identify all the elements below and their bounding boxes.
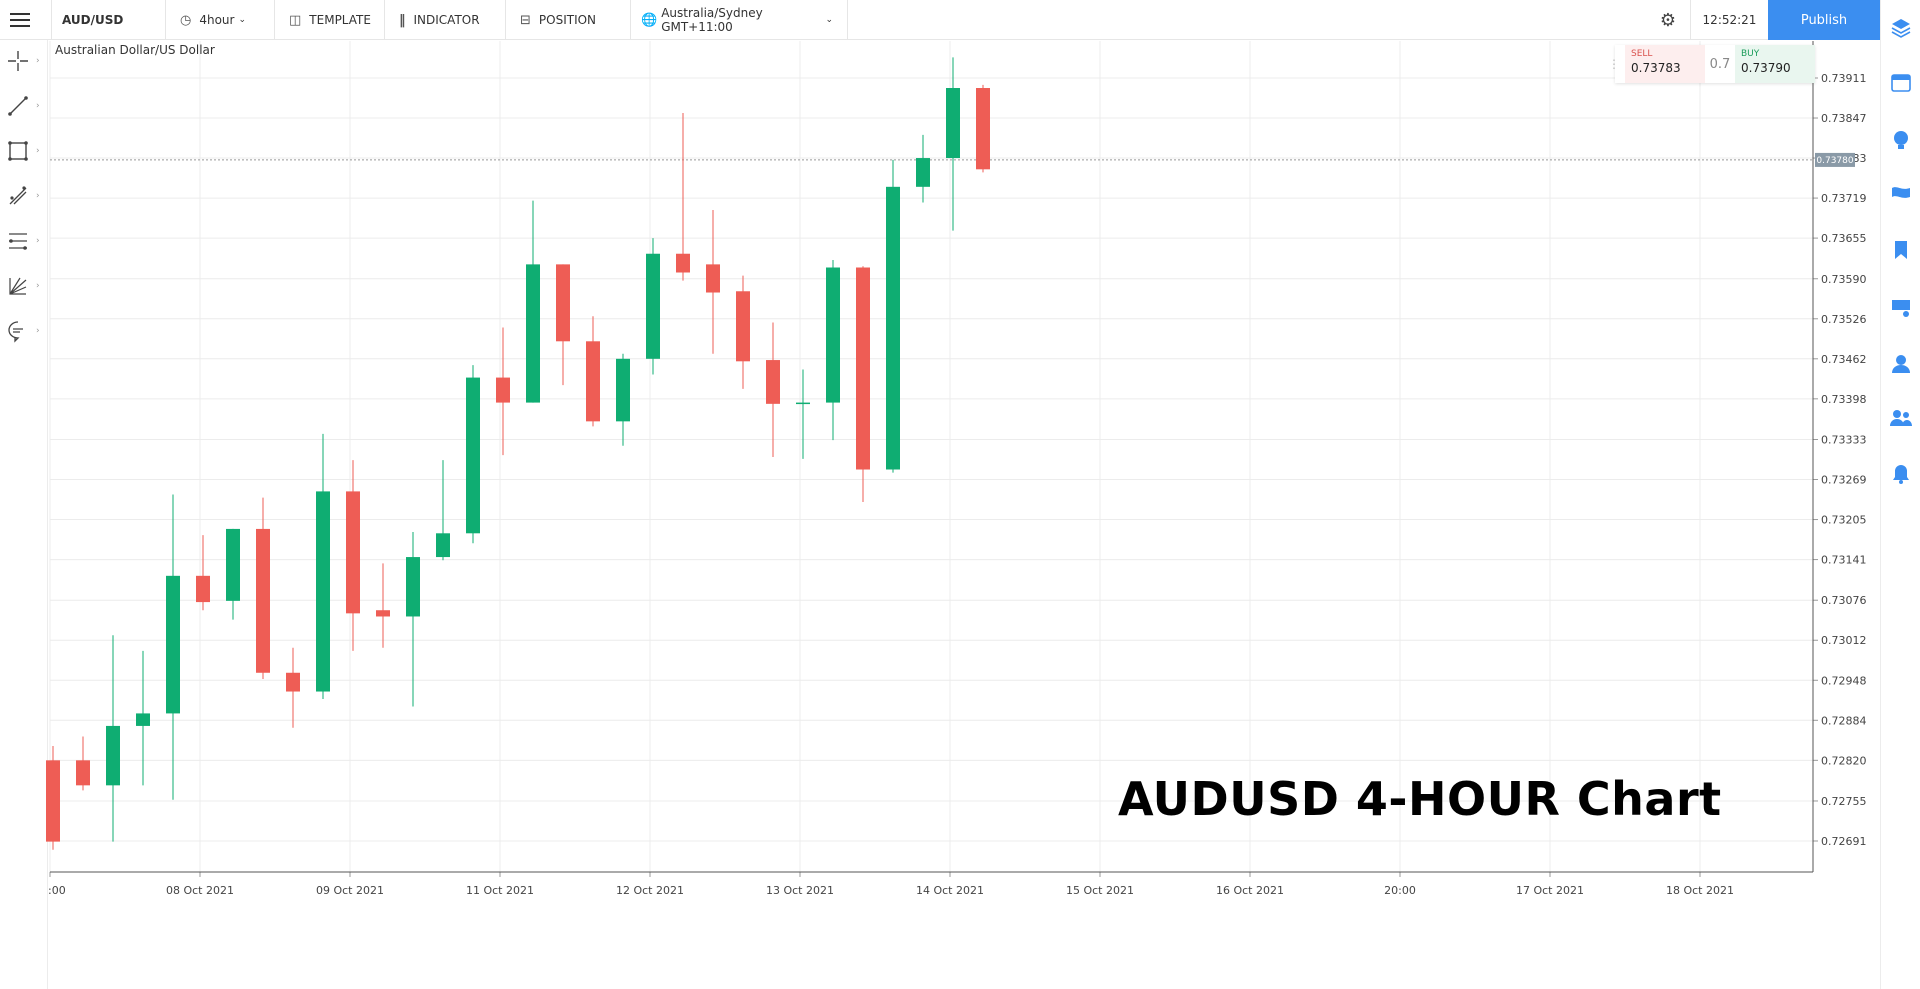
y-axis-label: 0.73590 — [1821, 273, 1867, 286]
candle-down — [706, 264, 720, 293]
candle-up — [526, 264, 540, 403]
y-axis-label: 0.73847 — [1821, 112, 1867, 125]
x-axis-label: 20:00 — [1384, 884, 1416, 897]
candle-up — [316, 491, 330, 692]
y-axis-label: 0.73655 — [1821, 232, 1867, 245]
sell-button[interactable]: SELL 0.73783 — [1625, 45, 1705, 83]
candle-up — [946, 88, 960, 159]
candle-up — [916, 158, 930, 187]
y-axis-label: 0.73012 — [1821, 634, 1867, 647]
y-axis-label: 0.73205 — [1821, 514, 1867, 527]
y-axis-label: 0.73719 — [1821, 192, 1867, 205]
candle-up — [436, 533, 450, 558]
candle-down — [496, 377, 510, 403]
x-axis-label: 16 Oct 2021 — [1216, 884, 1284, 897]
candle-down — [196, 575, 210, 603]
candle-down — [256, 528, 270, 673]
chart-title: Australian Dollar/US Dollar — [55, 43, 215, 57]
candle-up — [646, 253, 660, 359]
candle-up — [826, 267, 840, 403]
y-axis-label: 0.73141 — [1821, 554, 1867, 567]
y-axis-label: 0.72884 — [1821, 714, 1867, 727]
candle-up — [466, 377, 480, 534]
y-axis-label: 0.73526 — [1821, 313, 1867, 326]
spread-value: 0.7 — [1709, 56, 1731, 72]
candle-down — [286, 672, 300, 692]
x-axis-label: 13 Oct 2021 — [766, 884, 834, 897]
y-axis-label: 0.72948 — [1821, 674, 1867, 687]
candle-down — [856, 267, 870, 470]
candle-down — [736, 291, 750, 362]
bookmark-icon[interactable] — [1889, 238, 1913, 262]
y-axis-label: 0.72691 — [1821, 835, 1867, 848]
idea-icon[interactable] — [1889, 128, 1913, 152]
candle-down — [676, 253, 690, 273]
candle-up — [796, 402, 810, 405]
y-axis-label: 0.73269 — [1821, 474, 1867, 487]
news-icon[interactable] — [1889, 182, 1913, 206]
users-icon[interactable] — [1889, 406, 1913, 430]
chart-watermark-title: AUDUSD 4-HOUR Chart — [1118, 772, 1722, 826]
y-axis-label: 0.73333 — [1821, 433, 1867, 446]
candle-up — [616, 358, 630, 422]
price-chart[interactable]: 0.73911 0.73847 0.73783 0.73719 0.73655 0.735… — [0, 0, 1880, 989]
x-axis-label: 09 Oct 2021 — [316, 884, 384, 897]
y-axis-label: 0.73462 — [1821, 353, 1867, 366]
candle-up — [166, 575, 180, 714]
candle-down — [46, 760, 60, 842]
y-axis-label: 0.73911 — [1821, 72, 1867, 85]
buy-label: BUY — [1741, 49, 1760, 59]
candle-up — [106, 725, 120, 786]
x-axis-label: 14 Oct 2021 — [916, 884, 984, 897]
bell-icon[interactable] — [1889, 462, 1913, 486]
x-axis-label: 17 Oct 2021 — [1516, 884, 1584, 897]
y-axis-label: 0.73398 — [1821, 393, 1867, 406]
candle-down — [976, 88, 990, 170]
candle-down — [376, 610, 390, 617]
sell-label: SELL — [1631, 49, 1653, 59]
y-axis-label: 0.72755 — [1821, 795, 1867, 808]
x-axis-label: :00 — [48, 884, 66, 897]
candle-down — [556, 264, 570, 342]
sell-price: 0.73783 — [1631, 61, 1681, 75]
x-axis-label: 18 Oct 2021 — [1666, 884, 1734, 897]
right-sidebar — [1880, 0, 1920, 989]
buy-price: 0.73790 — [1741, 61, 1791, 75]
candle-up — [406, 557, 420, 617]
y-axis-label: 0.73076 — [1821, 594, 1867, 607]
x-axis-label: 15 Oct 2021 — [1066, 884, 1134, 897]
calendar-icon[interactable] — [1889, 70, 1913, 94]
candle-up — [136, 713, 150, 726]
current-price-label: 0.73780 — [1816, 156, 1853, 166]
layers-icon[interactable] — [1889, 16, 1913, 40]
candle-up — [226, 528, 240, 601]
x-axis-label: 12 Oct 2021 — [616, 884, 684, 897]
x-axis-label: 11 Oct 2021 — [466, 884, 534, 897]
y-axis-label: 0.72820 — [1821, 754, 1867, 767]
candle-down — [346, 491, 360, 614]
drag-handle-icon[interactable]: ⋮⋮ — [1608, 45, 1632, 83]
candle-down — [766, 360, 780, 404]
candle-down — [586, 341, 600, 422]
candle-down — [76, 760, 90, 786]
profile-icon[interactable] — [1889, 352, 1913, 376]
screen-icon[interactable] — [1889, 296, 1913, 320]
x-axis-label: 08 Oct 2021 — [166, 884, 234, 897]
candle-up — [886, 186, 900, 470]
trade-widget: ⋮⋮ SELL 0.73783 0.7 BUY 0.73790 — [1608, 45, 1815, 83]
buy-button[interactable]: BUY 0.73790 — [1735, 45, 1815, 83]
